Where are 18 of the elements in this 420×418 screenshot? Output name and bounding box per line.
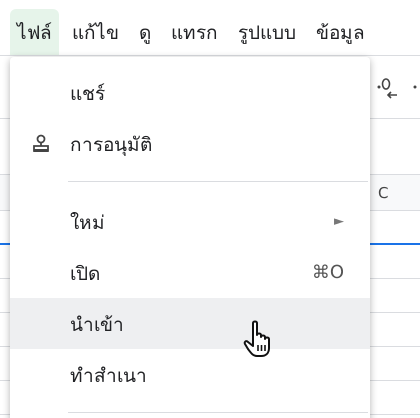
menu-tab[interactable]: แก้ไข [65,9,126,55]
submenu-arrow: ► [334,214,344,229]
menu-item[interactable]: แชร์ [10,67,370,118]
menu-item[interactable]: นำเข้า [10,298,370,349]
menu-item[interactable]: ทำสำเนา [10,349,370,400]
column-header[interactable]: C [378,184,388,202]
menu-item[interactable]: เปิด ⌘O [10,247,370,298]
menu-tab[interactable]: แทรก [164,9,225,55]
decrease-decimal-icon[interactable] [377,78,399,100]
menu-tab[interactable]: ดู [132,9,158,55]
menu-item[interactable]: การอนุมัติ [10,118,370,169]
menu-tab[interactable]: รูปแบบ [231,9,303,55]
menu-tab[interactable]: ไฟล์ [10,9,59,55]
menu-item[interactable]: ใหม่ ► [10,196,370,247]
stamp-icon [32,134,50,154]
toolbar-icon[interactable] [413,85,417,89]
shortcut-text: ⌘O [312,262,344,283]
menu-tab[interactable]: ข้อมูล [309,9,372,55]
